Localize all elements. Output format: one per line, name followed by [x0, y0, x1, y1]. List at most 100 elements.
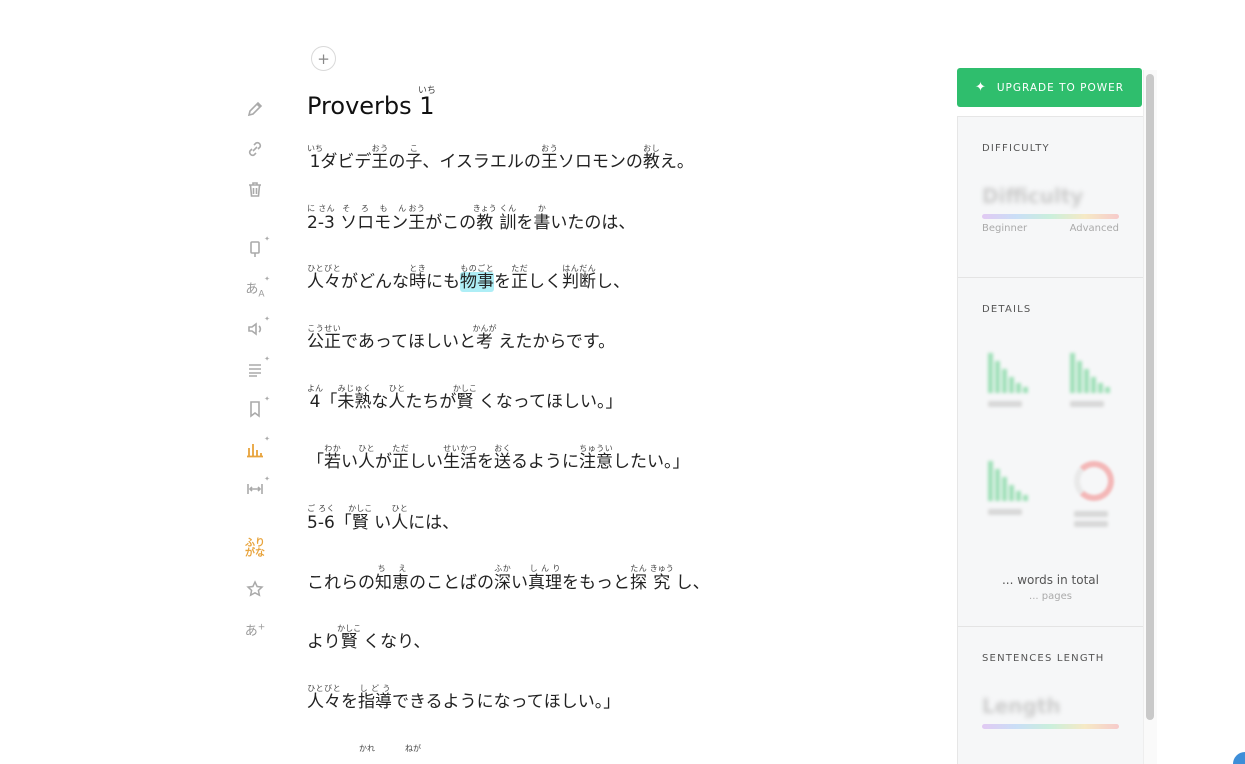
scale-high: Advanced	[1069, 223, 1119, 234]
text-line[interactable]: 2-3に さん ソロモンそ ろ も ん王おうがこの教きょう 訓くんを書かいたのは…	[307, 204, 927, 264]
text-line[interactable]: 人々ひとびとがどんな時ときにも物事ものごとを正ただしく判断はんだんし、	[307, 264, 927, 324]
word[interactable]: 物事ものごと	[460, 264, 494, 292]
word[interactable]: 5-6ご ろく	[307, 504, 335, 533]
text-align-button[interactable]: ✦	[240, 354, 270, 384]
furigana-toggle[interactable]: ふり がな	[240, 534, 270, 564]
kana-text: にも	[426, 272, 460, 292]
word[interactable]: 賢かしこ	[348, 504, 372, 533]
add-word-button[interactable]: あ+	[240, 614, 270, 644]
word[interactable]: 正ただ	[511, 264, 528, 292]
audio-button[interactable]: ✦	[240, 314, 270, 344]
word[interactable]: 考かんが	[472, 324, 496, 352]
word[interactable]: 賢かしこ	[453, 384, 477, 412]
sentences-length-title: SENTENCES LENGTH	[982, 653, 1105, 664]
word[interactable]: 正ただ	[392, 444, 409, 472]
word[interactable]: 王おう	[541, 144, 558, 172]
blurred-donut-chart	[1074, 461, 1114, 501]
word[interactable]: ソロモンそ ろ も ん	[340, 204, 408, 233]
stats-panel: DIFFICULTY Difficulty Beginner Advanced …	[957, 116, 1143, 764]
kana-text: いたのは、	[550, 213, 636, 233]
word[interactable]: 知恵ち え	[375, 564, 409, 593]
word[interactable]: 未熟みじゅく	[337, 384, 371, 412]
word[interactable]: 注意ちゅうい	[579, 444, 613, 472]
translate-icon: あA	[245, 282, 265, 300]
word[interactable]: 教おし	[643, 144, 660, 172]
word[interactable]: 子こ	[405, 144, 422, 172]
blurred-donut-caption	[1074, 511, 1128, 533]
word[interactable]: 人ひと	[388, 384, 405, 412]
furigana-icon: ふり がな	[245, 538, 265, 559]
vocab-card-button[interactable]: ✦	[240, 234, 270, 264]
text-line[interactable]: これらの知恵ち えのことばの深ふかい真理しんりをもっと探たん 究きゅう し、	[307, 564, 927, 624]
width-button[interactable]: ✦	[240, 474, 270, 504]
word[interactable]: 公正こうせい	[307, 324, 341, 352]
word[interactable]: 人々ひとびと	[307, 684, 341, 712]
add-block-button[interactable]: +	[311, 46, 336, 71]
word[interactable]: 賢かしこ	[337, 624, 361, 652]
text-line[interactable]: 4よん「未熟みじゅくな人ひとたちが賢かしこ くなってほしい。」	[307, 384, 927, 444]
word[interactable]: 送おく	[494, 444, 511, 472]
kana-text: これらの	[307, 573, 375, 593]
kana-text: し、	[670, 573, 710, 593]
link-icon	[248, 141, 262, 157]
word[interactable]: 王おう	[371, 144, 388, 172]
word[interactable]: 深ふか	[494, 564, 511, 593]
word[interactable]: 1いち	[307, 144, 323, 172]
text-line[interactable]: 5-6ご ろく「賢かしこ い人ひとには、	[307, 504, 927, 564]
partial-line: かれ ねが	[307, 744, 927, 764]
kana-text: がこの	[425, 213, 477, 233]
statistics-button[interactable]: ✦	[240, 434, 270, 464]
word[interactable]: 4よん	[307, 384, 323, 412]
word[interactable]: 人ひと	[358, 444, 375, 472]
word[interactable]: 探たん	[630, 564, 647, 593]
word[interactable]: 訓くん	[499, 204, 516, 233]
word[interactable]: 究きゅう	[650, 564, 674, 593]
expand-width-icon	[247, 484, 263, 494]
text-line[interactable]: 人々ひとびとを指導しどうできるようになってほしい。」	[307, 684, 927, 744]
difficulty-title: DIFFICULTY	[982, 143, 1050, 154]
align-icon	[249, 364, 261, 377]
card-icon	[250, 241, 260, 257]
word[interactable]: 判断はんだん	[562, 264, 596, 292]
text-line[interactable]: 「若わかい人ひとが正ただしい生活せいかつを送おくるように注意ちゅういしたい。」	[307, 444, 927, 504]
delete-button[interactable]	[240, 174, 270, 204]
kana-text: の	[388, 152, 406, 172]
translate-button[interactable]: あA ✦	[240, 274, 270, 304]
text-line[interactable]: より賢かしこ くなり、	[307, 624, 927, 684]
word[interactable]: 2-3に さん	[307, 204, 335, 233]
word[interactable]: 教きょう	[473, 204, 497, 233]
length-scale-bar	[982, 724, 1119, 729]
bookmark-button[interactable]: ✦	[240, 394, 270, 424]
word[interactable]: 真理しんり	[528, 564, 562, 593]
word[interactable]: 若わか	[324, 444, 341, 472]
upgrade-button[interactable]: ✦ UPGRADE TO POWER	[957, 68, 1142, 107]
kana-text: な	[371, 392, 389, 412]
help-bubble[interactable]	[1233, 752, 1245, 764]
word[interactable]: 人ひと	[391, 504, 408, 533]
kana-text: い	[341, 452, 358, 472]
kana-text: くなってほしい。」	[473, 392, 623, 412]
details-charts	[982, 343, 1119, 573]
word[interactable]: 人々ひとびと	[307, 264, 341, 292]
text-line[interactable]: 1いちダビデ王おうの子こ、イスラエルの王おうソロモンの教おしえ。	[307, 144, 927, 204]
word[interactable]: 王おう	[408, 204, 425, 233]
length-blurred-label: Length	[982, 694, 1061, 718]
edit-button[interactable]	[240, 94, 270, 124]
word[interactable]: 指導しどう	[358, 684, 392, 712]
kana-text: には、	[408, 513, 460, 533]
sidebar-scrollbar-thumb[interactable]	[1146, 74, 1154, 720]
link-button[interactable]	[240, 134, 270, 164]
kana-text: のことばの	[409, 573, 494, 593]
premium-spark-icon: ✦	[264, 395, 270, 403]
favorite-button[interactable]	[240, 574, 270, 604]
kana-text: したい。」	[613, 452, 690, 472]
kana-text: しく	[528, 272, 562, 292]
trash-icon	[249, 182, 261, 197]
word[interactable]: 時とき	[409, 264, 426, 292]
text-line[interactable]: 公正こうせいであってほしいと考かんが えたからです。	[307, 324, 927, 384]
kana-text: い	[368, 513, 392, 533]
sparkle-icon: ✦	[974, 80, 987, 95]
word[interactable]: 生活せいかつ	[443, 444, 477, 472]
word[interactable]: 書か	[533, 204, 550, 233]
kana-text: えたからです。	[492, 332, 616, 352]
